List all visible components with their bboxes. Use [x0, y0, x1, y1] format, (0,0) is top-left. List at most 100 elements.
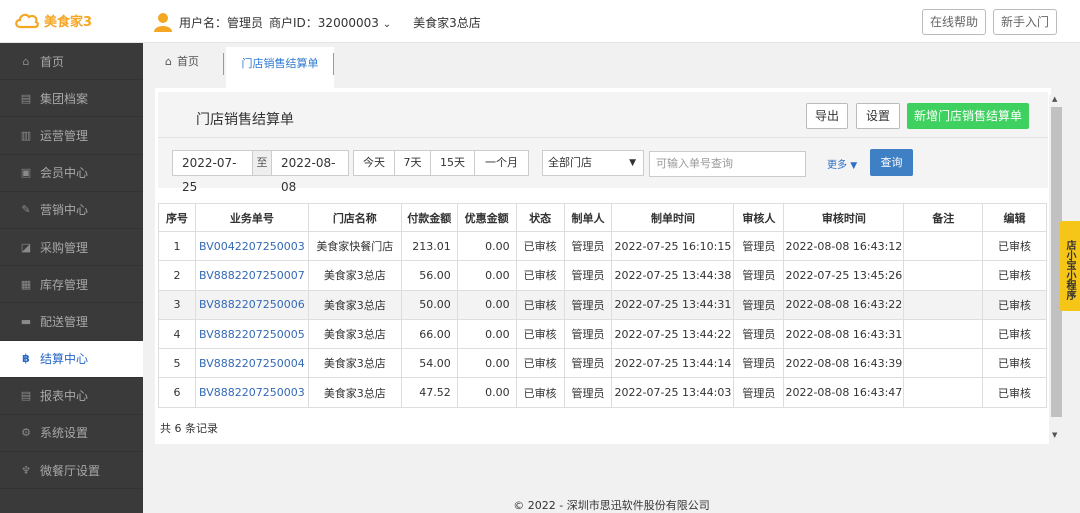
sidebar-item-inventory[interactable]: ▦ 库存管理	[0, 266, 143, 304]
store-select[interactable]: 全部门店 ▼	[542, 150, 644, 176]
sidebar-item-label: 微餐厅设置	[40, 463, 101, 478]
sidebar-item-micro-restaurant[interactable]: ♆ 微餐厅设置	[0, 452, 143, 490]
sidebar-item-purchase[interactable]: ◪ 采购管理	[0, 229, 143, 267]
cell-auditor: 管理员	[733, 260, 785, 291]
cell-index: 4	[158, 318, 196, 350]
order-number-link[interactable]: BV8882207250003	[194, 377, 309, 408]
order-number-link[interactable]: BV8882207250007	[194, 260, 309, 291]
table-row[interactable]: 4 BV8882207250005 美食家3总店 66.00 0.00 已审核 …	[158, 318, 1047, 350]
cell-status: 已审核	[515, 260, 565, 291]
cell-edit[interactable]: 已审核	[982, 348, 1047, 379]
cell-edit[interactable]: 已审核	[982, 289, 1047, 320]
cell-remark	[903, 377, 984, 408]
sidebar-item-operations[interactable]: ▥ 运营管理	[0, 117, 143, 155]
sidebar-item-delivery[interactable]: ▬ 配送管理	[0, 303, 143, 341]
app-logo[interactable]: 美食家3	[14, 10, 92, 30]
cell-create-time: 2022-07-25 16:10:15	[611, 230, 735, 262]
cell-edit[interactable]: 已审核	[982, 377, 1047, 408]
cell-discount: 0.00	[456, 230, 517, 262]
query-button[interactable]: 查询	[870, 149, 913, 176]
cell-store: 美食家3总店	[307, 348, 402, 379]
export-button[interactable]: 导出	[806, 103, 848, 129]
sidebar-item-marketing[interactable]: ✎ 营销中心	[0, 192, 143, 229]
cell-creator: 管理员	[563, 377, 613, 408]
edit-icon: ✎	[21, 203, 31, 217]
cell-index: 6	[158, 377, 196, 408]
sidebar-item-members[interactable]: ▣ 会员中心	[0, 155, 143, 192]
sidebar-item-label: 运营管理	[40, 128, 89, 143]
order-search-input[interactable]: 可输入单号查询	[649, 151, 806, 177]
cell-creator: 管理员	[563, 348, 613, 379]
online-help-button[interactable]: 在线帮助	[922, 9, 987, 35]
range-15days-button[interactable]: 15天	[430, 150, 475, 176]
cell-store: 美食家3总店	[307, 318, 402, 350]
add-settlement-button[interactable]: 新增门店销售结算单	[907, 103, 1029, 129]
cell-payment: 56.00	[400, 260, 458, 291]
more-filters-toggle[interactable]: 更多 ▼	[827, 156, 857, 171]
cell-audit-time: 2022-08-08 16:43:39	[783, 348, 905, 379]
logo-text: 美食家3	[44, 14, 93, 30]
settlement-table: 序号 业务单号 门店名称 付款金额 优惠金额 状态 制单人 制单时间 审核人 审…	[158, 203, 1047, 408]
table-row[interactable]: 3 BV8882207250006 美食家3总店 50.00 0.00 已审核 …	[158, 289, 1047, 320]
cell-create-time: 2022-07-25 13:44:38	[611, 260, 735, 291]
table-row[interactable]: 1 BV0042207250003 美食家快餐门店 213.01 0.00 已审…	[158, 230, 1047, 262]
cell-discount: 0.00	[456, 318, 517, 350]
tab-bar: ⌂ 首页 门店销售结算单	[143, 43, 1080, 88]
col-header: 状态	[515, 203, 565, 232]
store-name-label: 美食家3总店	[413, 15, 481, 30]
col-header: 制单人	[563, 203, 613, 232]
archive-icon: ▤	[20, 91, 32, 105]
cloud-logo-icon	[15, 13, 39, 29]
date-to-input[interactable]: 2022-08-08	[271, 150, 349, 194]
range-today-button[interactable]: 今天	[353, 150, 395, 176]
report-icon: ▤	[20, 389, 32, 403]
table-row[interactable]: 6 BV8882207250003 美食家3总店 47.52 0.00 已审核 …	[158, 377, 1047, 408]
order-number-link[interactable]: BV8882207250004	[194, 348, 309, 379]
scroll-up-arrow-icon[interactable]: ▲	[1052, 95, 1057, 103]
cutlery-icon: ♆	[21, 463, 31, 477]
cell-remark	[903, 260, 984, 291]
settings-button[interactable]: 设置	[856, 103, 900, 129]
inventory-icon: ▦	[20, 277, 32, 291]
cell-payment: 54.00	[400, 348, 458, 379]
cell-store: 美食家3总店	[307, 260, 402, 291]
order-number-link[interactable]: BV8882207250005	[194, 318, 309, 350]
sidebar-item-label: 采购管理	[40, 240, 89, 255]
cell-payment: 66.00	[400, 318, 458, 350]
cell-discount: 0.00	[456, 377, 517, 408]
cell-auditor: 管理员	[733, 318, 785, 350]
sidebar-item-system-settings[interactable]: ⚙ 系统设置	[0, 415, 143, 453]
tab-home[interactable]: ⌂ 首页	[165, 53, 199, 69]
sidebar-item-label: 集团档案	[40, 91, 89, 106]
page-title: 门店销售结算单	[196, 112, 294, 128]
cell-status: 已审核	[515, 348, 565, 379]
bar-chart-icon: ▥	[20, 128, 32, 142]
range-7days-button[interactable]: 7天	[394, 150, 431, 176]
tab-store-sales-settlement[interactable]: 门店销售结算单	[226, 47, 334, 88]
cell-edit[interactable]: 已审核	[982, 230, 1047, 262]
date-from-input[interactable]: 2022-07-25	[172, 150, 253, 194]
mini-program-widget[interactable]: 店小宝小程序	[1059, 221, 1080, 311]
table-row[interactable]: 2 BV8882207250007 美食家3总店 56.00 0.00 已审核 …	[158, 260, 1047, 291]
sidebar-item-group-archive[interactable]: ▤ 集团档案	[0, 80, 143, 118]
sidebar-item-label: 会员中心	[40, 166, 89, 181]
filter-bar: 2022-07-25 至 2022-08-08 今天 7天 15天 一个月 全部…	[158, 138, 1048, 194]
order-number-link[interactable]: BV8882207250006	[194, 289, 309, 320]
beginner-guide-button[interactable]: 新手入门	[993, 9, 1058, 35]
cell-edit[interactable]: 已审核	[982, 260, 1047, 291]
cell-edit[interactable]: 已审核	[982, 318, 1047, 350]
cell-status: 已审核	[515, 230, 565, 262]
range-month-button[interactable]: 一个月	[474, 150, 529, 176]
sidebar-item-home[interactable]: ⌂ 首页	[0, 43, 143, 81]
cell-creator: 管理员	[563, 260, 613, 291]
merchant-id-dropdown[interactable]: 商户ID：32000003 ⌄	[269, 14, 391, 31]
sidebar-item-settlement[interactable]: ฿ 结算中心	[0, 340, 143, 378]
cell-create-time: 2022-07-25 13:44:03	[611, 377, 735, 408]
sidebar-item-label: 营销中心	[40, 203, 89, 218]
table-row[interactable]: 5 BV8882207250004 美食家3总店 54.00 0.00 已审核 …	[158, 348, 1047, 379]
scroll-down-arrow-icon[interactable]: ▼	[1052, 431, 1057, 439]
col-header: 业务单号	[194, 203, 309, 232]
order-number-link[interactable]: BV0042207250003	[194, 230, 309, 262]
sidebar-item-reports[interactable]: ▤ 报表中心	[0, 378, 143, 415]
col-header: 优惠金额	[456, 203, 517, 232]
